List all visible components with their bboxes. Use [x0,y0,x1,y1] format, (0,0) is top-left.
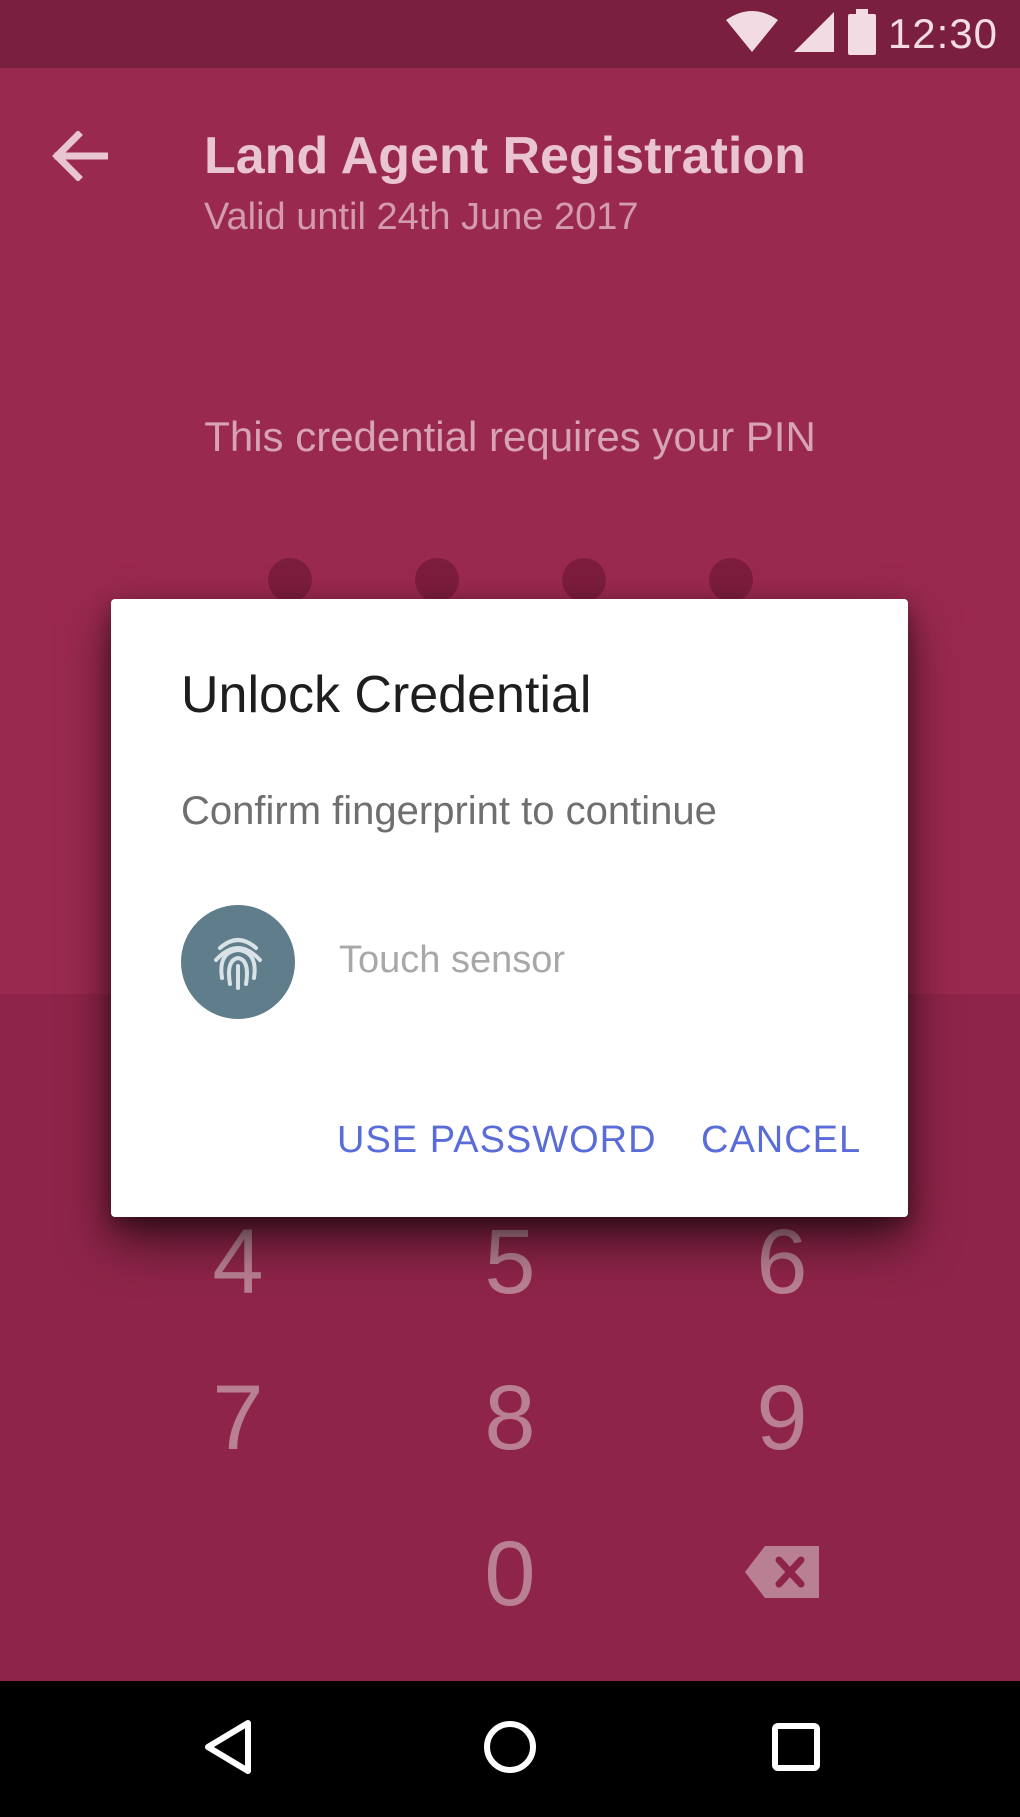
keypad-key-0[interactable]: 0 [410,1514,610,1634]
use-password-button[interactable]: USE PASSWORD [337,1119,657,1162]
keypad-key-9[interactable]: 9 [682,1358,882,1478]
cancel-button[interactable]: CANCEL [701,1119,861,1162]
backspace-button[interactable] [682,1514,882,1634]
keypad-key-4[interactable]: 4 [138,1202,338,1322]
unlock-dialog: Unlock Credential Confirm fingerprint to… [111,599,908,1217]
back-button[interactable] [40,118,120,198]
touch-sensor-label: Touch sensor [339,939,566,981]
fingerprint-icon [181,905,295,1019]
keypad-key-6[interactable]: 6 [682,1202,882,1322]
dialog-message: Confirm fingerprint to continue [181,789,717,833]
arrow-left-icon [52,129,110,186]
home-circle-icon [482,1719,538,1780]
keypad-key-5[interactable]: 5 [410,1202,610,1322]
battery-icon [847,8,876,60]
backspace-icon [745,1545,819,1603]
back-triangle-icon [202,1719,254,1780]
nav-recents-button[interactable] [746,1699,846,1799]
page-title: Land Agent Registration [204,127,806,185]
pin-dot [709,558,753,602]
pin-dot [562,558,606,602]
status-icons: 12:30 [724,0,998,68]
pin-prompt: This credential requires your PIN [204,413,816,460]
nav-back-button[interactable] [178,1699,278,1799]
keypad-key-8[interactable]: 8 [410,1358,610,1478]
wifi-icon [724,10,780,59]
pin-dot [415,558,459,602]
pin-dot [268,558,312,602]
status-time: 12:30 [887,10,998,57]
navigation-bar [0,1681,1020,1817]
recents-square-icon [771,1722,821,1777]
keypad-key-7[interactable]: 7 [138,1358,338,1478]
status-bar: 12:30 [0,0,1020,68]
dialog-title: Unlock Credential [181,666,592,724]
nav-home-button[interactable] [460,1699,560,1799]
app-bar: Land Agent Registration Valid until 24th… [0,68,1020,268]
app-screen: Land Agent Registration Valid until 24th… [0,68,1020,1681]
signal-icon [792,10,836,59]
page-subtitle: Valid until 24th June 2017 [204,196,639,238]
